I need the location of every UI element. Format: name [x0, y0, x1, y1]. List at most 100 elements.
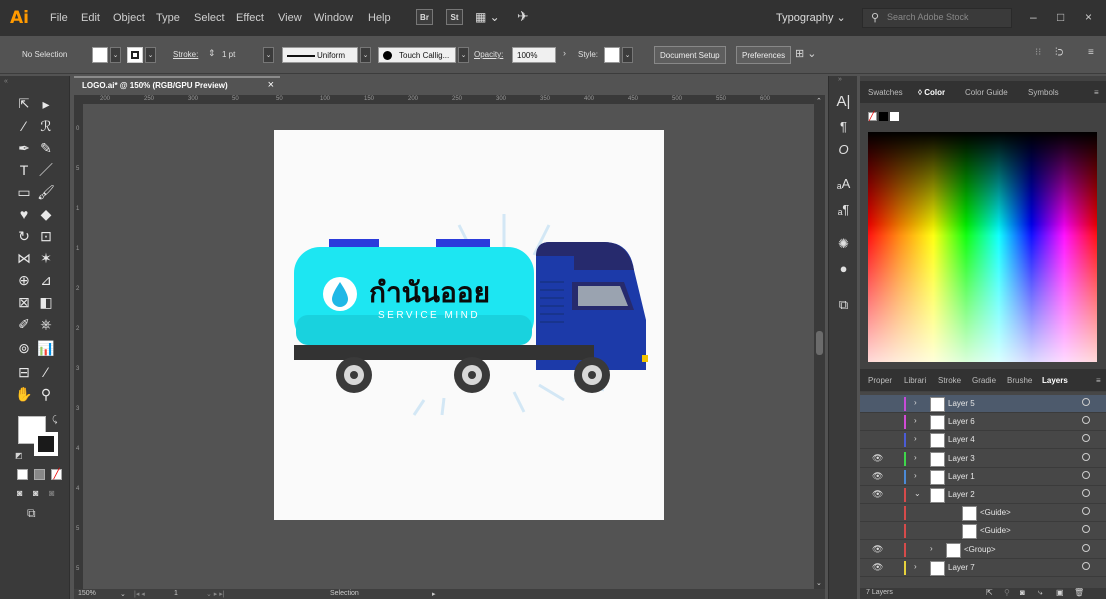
- stroke-swatch[interactable]: [127, 47, 143, 63]
- tab-stroke[interactable]: Stroke: [938, 376, 961, 385]
- tab-color[interactable]: ◊ Color: [918, 88, 945, 97]
- eye-icon[interactable]: 👁: [872, 544, 883, 555]
- gpu-performance-icon[interactable]: ✈: [517, 8, 529, 25]
- stroke-label[interactable]: Stroke:: [173, 50, 198, 59]
- tab-gradient[interactable]: Gradie: [972, 376, 996, 385]
- type-tool-icon[interactable]: T: [14, 160, 34, 180]
- close-document-icon[interactable]: ×: [268, 79, 274, 91]
- expand-arrow-icon[interactable]: ›: [914, 416, 917, 425]
- stroke-dropdown[interactable]: ⌄: [145, 47, 156, 63]
- target-circle-icon[interactable]: [1082, 434, 1090, 443]
- paintbrush-tool-icon[interactable]: 🖌: [36, 182, 56, 202]
- zoom-level[interactable]: 150%: [78, 590, 96, 597]
- menu-help[interactable]: Help: [368, 12, 391, 24]
- black-swatch[interactable]: [879, 112, 888, 121]
- stock-button[interactable]: St: [446, 9, 463, 25]
- none-swatch-icon[interactable]: ╱: [868, 112, 877, 121]
- menu-file[interactable]: File: [50, 12, 68, 24]
- minimize-button[interactable]: –: [1030, 10, 1037, 24]
- hand-tool-icon[interactable]: ✋: [14, 384, 34, 404]
- zoom-tool-icon[interactable]: ⚲: [36, 384, 56, 404]
- layer-row[interactable]: <Guide>: [860, 522, 1106, 541]
- none-mode-icon[interactable]: ╱: [51, 469, 62, 480]
- menu-edit[interactable]: Edit: [81, 12, 100, 24]
- perspective-grid-tool-icon[interactable]: ⊿: [36, 270, 56, 290]
- tab-properties[interactable]: Proper: [868, 376, 892, 385]
- draw-normal-icon[interactable]: ◙: [17, 488, 22, 498]
- graphic-style-swatch[interactable]: [604, 47, 620, 63]
- menu-effect[interactable]: Effect: [236, 12, 264, 24]
- opentype-panel-icon[interactable]: O: [829, 142, 858, 157]
- target-circle-icon[interactable]: [1082, 452, 1090, 461]
- opacity-field[interactable]: 100%: [512, 47, 556, 63]
- clipping-mask-icon[interactable]: ◙: [1020, 588, 1025, 597]
- vertical-ruler[interactable]: 0 5 1 1 2 2 3 3 4 4 5 5: [74, 104, 83, 589]
- color-mode-icon[interactable]: [17, 469, 28, 480]
- isolate-icon[interactable]: ⁝⁝: [1035, 47, 1041, 58]
- expand-arrow-icon[interactable]: ›: [914, 562, 917, 571]
- shape-builder-tool-icon[interactable]: ⊕: [14, 270, 34, 290]
- eraser-tool-icon[interactable]: ◆: [36, 204, 56, 224]
- tab-layers[interactable]: Layers: [1042, 376, 1068, 385]
- zoom-dropdown-icon[interactable]: ⌄: [120, 590, 126, 598]
- expand-arrow-icon[interactable]: ⌄: [914, 489, 921, 498]
- vertical-scrollbar[interactable]: ⌃ ⌄: [814, 95, 825, 589]
- layer-row[interactable]: 👁 › <Group>: [860, 541, 1106, 559]
- search-stock-input[interactable]: ⚲ Search Adobe Stock: [862, 8, 1012, 28]
- rectangle-tool-icon[interactable]: ▭: [14, 182, 34, 202]
- scroll-down-icon[interactable]: ⌄: [816, 579, 822, 587]
- layers-panel-menu-icon[interactable]: ≡: [1096, 376, 1101, 385]
- menu-view[interactable]: View: [278, 12, 302, 24]
- artboard-tool-icon[interactable]: ⊟: [14, 362, 34, 382]
- expand-arrow-icon[interactable]: ›: [914, 453, 917, 462]
- expand-arrow-icon[interactable]: ›: [930, 544, 933, 553]
- stroke-weight-dropdown[interactable]: ⌄: [263, 47, 274, 63]
- tab-brushes[interactable]: Brushe: [1007, 376, 1032, 385]
- layer-row[interactable]: 👁 › Layer 3: [860, 450, 1106, 468]
- layer-row[interactable]: <Guide>: [860, 504, 1106, 523]
- direct-selection-tool-icon[interactable]: ▸: [36, 94, 56, 114]
- eye-icon[interactable]: 👁: [872, 453, 883, 464]
- horizontal-ruler[interactable]: 200 250 300 50 50 100 150 200 250 300 350 400 450 500…: [74, 95, 814, 104]
- layer-row[interactable]: 👁 › Layer 7: [860, 559, 1106, 577]
- tab-swatches[interactable]: Swatches: [868, 88, 903, 97]
- width-tool-icon[interactable]: ⋈: [14, 248, 34, 268]
- character-panel-icon[interactable]: A|: [829, 93, 858, 110]
- eye-icon[interactable]: 👁: [872, 471, 883, 482]
- fill-dropdown[interactable]: ⌄: [110, 47, 121, 63]
- workspace-switcher[interactable]: Typography ⌄: [776, 11, 846, 24]
- symbol-sprayer-tool-icon[interactable]: ⊚: [14, 338, 34, 358]
- swap-colors-icon[interactable]: ⤹: [52, 414, 57, 425]
- opacity-expand-icon[interactable]: ›: [563, 48, 566, 58]
- target-circle-icon[interactable]: [1082, 416, 1090, 425]
- color-spectrum[interactable]: [868, 132, 1097, 362]
- artboard-number[interactable]: 1: [174, 590, 178, 597]
- gradient-mode-icon[interactable]: [34, 469, 45, 480]
- draw-behind-icon[interactable]: ◙: [33, 488, 38, 498]
- variable-width-profile[interactable]: Uniform: [282, 47, 358, 63]
- eye-icon[interactable]: 👁: [872, 562, 883, 573]
- graphic-styles-icon[interactable]: ●: [829, 261, 858, 276]
- first-artboard-icon[interactable]: |◂ ◂: [134, 590, 145, 598]
- layer-row[interactable]: › Layer 4: [860, 431, 1106, 450]
- arrange-icon[interactable]: ⫶⊃: [1055, 47, 1063, 58]
- new-layer-icon[interactable]: ▣: [1056, 588, 1064, 597]
- slice-tool-icon[interactable]: ⁄: [36, 362, 56, 382]
- target-circle-icon[interactable]: [1082, 398, 1090, 406]
- delete-layer-icon[interactable]: 🗑: [1074, 588, 1084, 597]
- target-circle-icon[interactable]: [1082, 507, 1090, 516]
- tab-libraries[interactable]: Librari: [904, 376, 926, 385]
- stroke-stepper-icon[interactable]: ⇕: [208, 48, 216, 59]
- document-tab[interactable]: LOGO.ai* @ 150% (RGB/GPU Preview) ×: [74, 76, 280, 94]
- column-graph-tool-icon[interactable]: 📊: [36, 338, 56, 358]
- puppet-warp-tool-icon[interactable]: ✶: [36, 248, 56, 268]
- expand-arrow-icon[interactable]: ›: [914, 471, 917, 480]
- scroll-up-icon[interactable]: ⌃: [816, 97, 822, 105]
- draw-inside-icon[interactable]: ◙: [49, 488, 54, 498]
- curvature-tool-icon[interactable]: ✎: [36, 138, 56, 158]
- control-menu-icon[interactable]: ≡: [1088, 47, 1094, 58]
- layer-row[interactable]: 👁 ⌄ Layer 2: [860, 486, 1106, 504]
- style-dropdown[interactable]: ⌄: [622, 47, 633, 63]
- fill-swatch[interactable]: [92, 47, 108, 63]
- brush-dropdown[interactable]: ⌄: [458, 47, 469, 63]
